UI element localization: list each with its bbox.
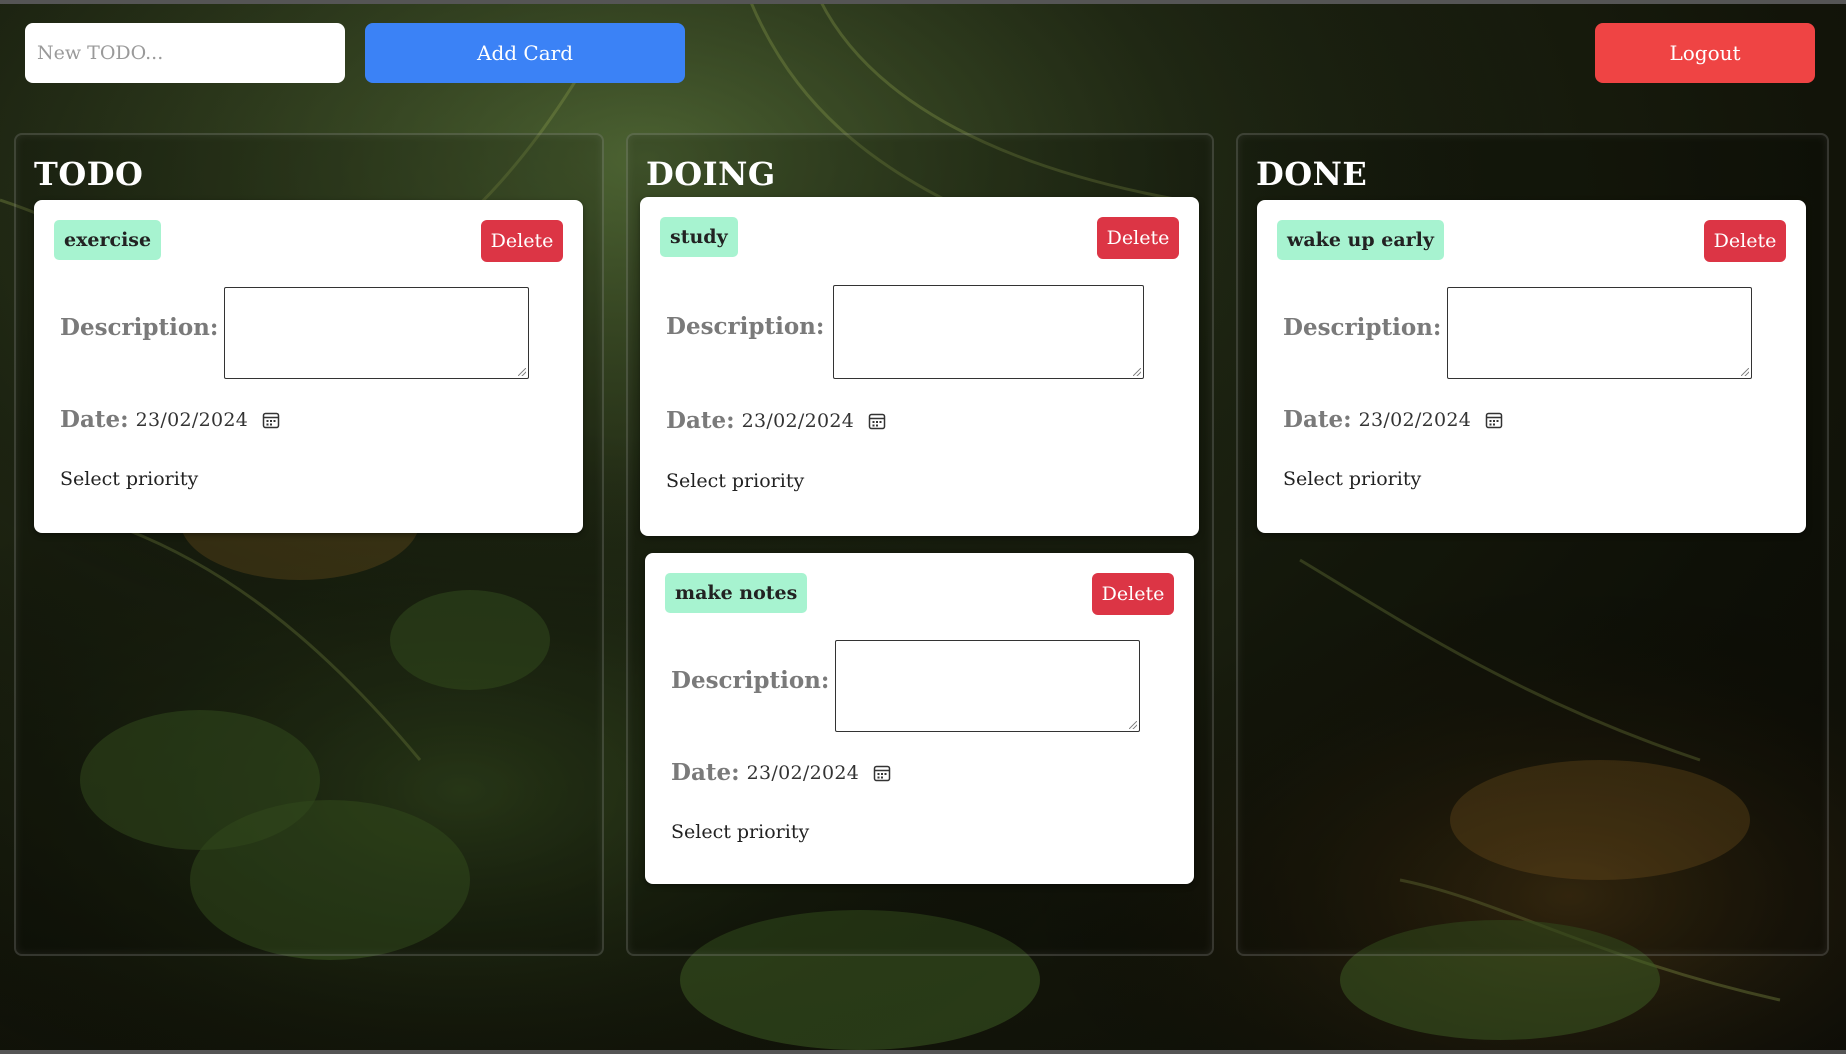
calendar-icon[interactable] [262,411,280,429]
resize-grip-icon[interactable] [1129,721,1137,729]
add-card-button[interactable]: Add Card [365,23,685,83]
description-label: Description: [1283,314,1442,341]
date-label: Date: [671,759,740,786]
card-make-notes[interactable]: make notes Delete Description: Date: 23/… [645,553,1194,884]
date-input[interactable]: 23/02/2024 [1359,409,1472,431]
date-row: Date: 23/02/2024 [60,406,280,433]
delete-button[interactable]: Delete [1704,220,1786,262]
date-label: Date: [666,407,735,434]
date-label: Date: [1283,406,1352,433]
column-title: TODO [34,155,144,193]
priority-select[interactable]: Select priority [60,468,198,490]
priority-select[interactable]: Select priority [666,470,804,492]
resize-grip-icon[interactable] [1741,368,1749,376]
date-row: Date: 23/02/2024 [1283,406,1503,433]
description-label: Description: [666,313,825,340]
calendar-icon[interactable] [868,412,886,430]
priority-select[interactable]: Select priority [1283,468,1421,490]
column-title: DOING [646,155,776,193]
description-label: Description: [671,667,830,694]
delete-button[interactable]: Delete [481,220,563,262]
card-wake-up-early[interactable]: wake up early Delete Description: Date: … [1257,200,1806,533]
card-title-tag: study [660,217,738,257]
date-row: Date: 23/02/2024 [671,759,891,786]
logout-button[interactable]: Logout [1595,23,1815,83]
new-todo-input[interactable] [25,23,345,83]
window-bottom-border [0,1050,1846,1054]
description-textarea[interactable] [833,285,1144,379]
description-textarea[interactable] [224,287,529,379]
priority-select[interactable]: Select priority [671,821,809,843]
date-label: Date: [60,406,129,433]
calendar-icon[interactable] [1485,411,1503,429]
description-textarea[interactable] [1447,287,1752,379]
card-study[interactable]: study Delete Description: Date: 23/02/20… [640,197,1199,536]
date-input[interactable]: 23/02/2024 [742,410,855,432]
calendar-icon[interactable] [873,764,891,782]
delete-button[interactable]: Delete [1092,573,1174,615]
description-textarea[interactable] [835,640,1140,732]
delete-button[interactable]: Delete [1097,217,1179,259]
card-title-tag: exercise [54,220,162,260]
date-input[interactable]: 23/02/2024 [747,762,860,784]
date-input[interactable]: 23/02/2024 [136,409,249,431]
description-label: Description: [60,314,219,341]
card-exercise[interactable]: exercise Delete Description: Date: 23/02… [34,200,583,533]
date-row: Date: 23/02/2024 [666,407,886,434]
column-title: DONE [1256,155,1368,193]
window-top-border [0,0,1846,4]
card-title-tag: wake up early [1277,220,1444,260]
resize-grip-icon[interactable] [518,368,526,376]
card-title-tag: make notes [665,573,808,613]
resize-grip-icon[interactable] [1133,368,1141,376]
